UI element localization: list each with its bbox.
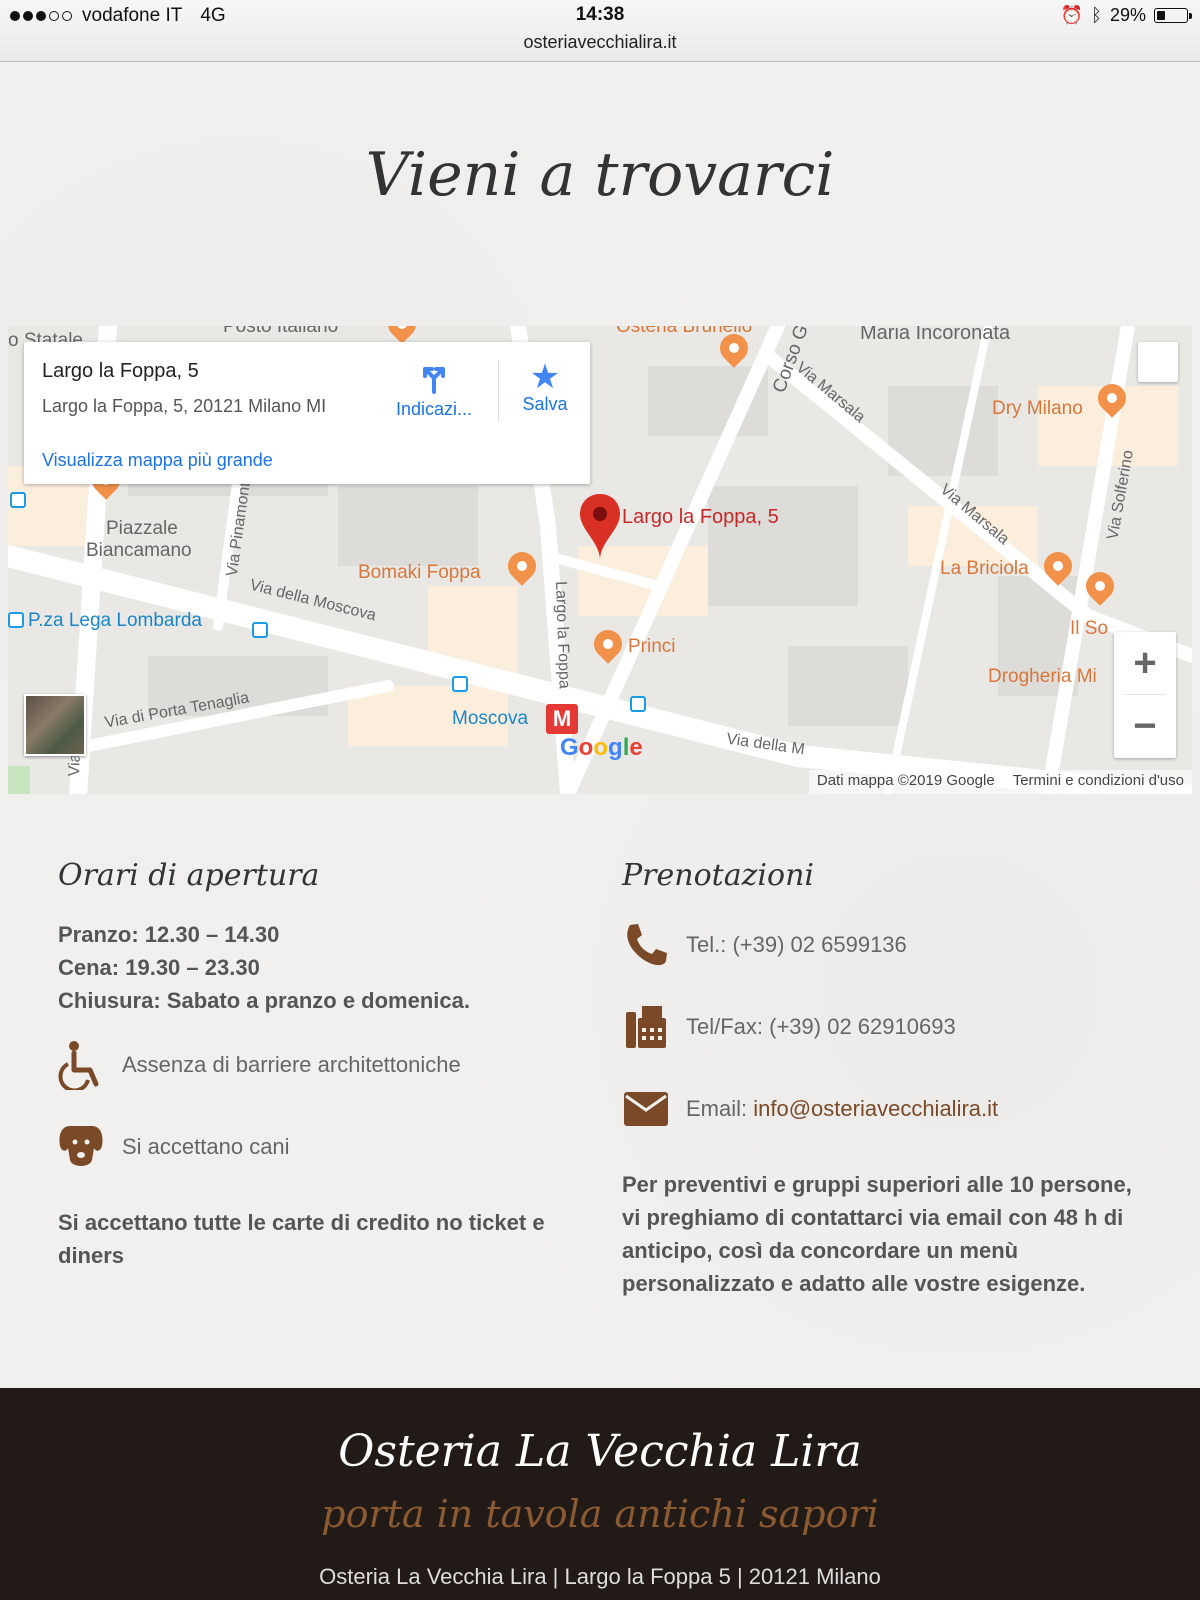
directions-label: Indicazi... [395,399,473,419]
map-label: Princi [628,636,676,657]
place-info-card: Largo la Foppa, 5 Largo la Foppa, 5, 201… [24,342,590,484]
reservations-title: Prenotazioni [622,858,814,893]
footer-address: Osteria La Vecchia Lira | Largo la Foppa… [319,1564,881,1589]
save-label: Salva [522,394,568,414]
address-bar-url[interactable]: osteriavecchialira.it [0,32,1200,53]
embedded-map[interactable]: o Statale Posto Italiano Osteria Brunell… [8,326,1192,794]
phone-number[interactable]: Tel.: (+39) 02 6599136 [686,932,907,958]
larger-map-link[interactable]: Visualizza mappa più grande [42,450,273,471]
divider [498,360,499,422]
bus-stop-icon[interactable] [452,676,468,692]
place-address: Largo la Foppa, 5, 20121 Milano MI [42,396,327,416]
accessibility-feature: Assenza di barriere architettoniche [58,1040,461,1090]
bluetooth-icon: ᛒ [1091,5,1102,25]
directions-button[interactable]: Indicazi... [384,360,484,420]
phone-contact[interactable]: Tel.: (+39) 02 6599136 [622,920,907,970]
closing-days: Chiusura: Sabato a pranzo e domenica. [58,988,470,1013]
dinner-hours: Cena: 19.30 – 23.30 [58,955,260,980]
map-label: Dry Milano [992,398,1083,419]
clock: 14:38 [575,4,625,25]
map-label: Maria Incoronata [860,326,1011,344]
section-title: Vieni a trovarci [365,140,835,210]
dogs-text: Si accettano cani [122,1134,290,1159]
status-right: ⏰ ᛒ 29% [1060,5,1192,26]
map-label: La Briciola [940,558,1029,579]
fullscreen-button[interactable] [1138,342,1178,382]
fax-icon [622,1002,670,1052]
hours-title: Orari di apertura [58,858,320,893]
place-title: Largo la Foppa, 5 [42,360,199,382]
dog-icon [58,1122,104,1172]
phone-icon [622,920,670,970]
map-label: Via [66,753,84,777]
status-bar: vodafone IT 4G 14:38 osteriavecchialira.… [0,0,1200,62]
battery-percent: 29% [1109,5,1146,25]
map-data-credit: Dati mappa ©2019 Google [816,772,995,789]
fax-number[interactable]: Tel/Fax: (+39) 02 62910693 [686,1014,956,1040]
map-label: Il So [1070,618,1109,639]
map-label: Biancamano [86,540,192,561]
footer-tagline: porta in tavola antichi sapori [321,1492,879,1536]
accessibility-text: Assenza di barriere architettoniche [122,1052,461,1077]
site-footer: Osteria La Vecchia Lira porta in tavola … [0,1388,1200,1600]
map-label: Moscova [452,708,529,729]
map-label: Largo la Foppa [551,580,573,690]
email-link[interactable]: info@osteriavecchialira.it [753,1096,998,1121]
google-logo: Google [560,734,643,761]
zoom-control: + − [1114,632,1176,758]
terms-link[interactable]: Termini e condizioni d'uso [1013,772,1184,792]
zoom-in-button[interactable]: + [1114,632,1176,694]
zoom-out-button[interactable]: − [1114,695,1176,757]
wheelchair-icon [58,1040,104,1090]
metro-icon[interactable]: M [546,704,578,734]
email-contact: Email: info@osteriavecchialira.it [622,1084,998,1134]
payment-note: Si accettano tutte le carte di credito n… [58,1210,545,1268]
fax-contact[interactable]: Tel/Fax: (+39) 02 62910693 [622,1002,956,1052]
directions-icon [423,367,445,394]
map-label: Posto Italiano [223,326,339,337]
alarm-icon: ⏰ [1060,5,1084,25]
star-icon: ★ [529,358,561,396]
hours-list: Pranzo: 12.30 – 14.30 Cena: 19.30 – 23.3… [58,918,470,1017]
pin-label: Largo la Foppa, 5 [622,506,779,528]
dogs-feature: Si accettano cani [58,1122,290,1172]
map-label: P.za Lega Lombarda [28,610,202,631]
satellite-toggle-button[interactable] [24,694,86,756]
map-label: Piazzale [106,518,178,539]
map-label: Bomaki Foppa [358,562,481,583]
location-pin-icon[interactable] [580,494,620,560]
envelope-icon [622,1084,670,1134]
map-label: Drogheria Mi [988,666,1097,687]
groups-note: Per preventivi e gruppi superiori alle 1… [622,1172,1132,1296]
bus-stop-icon[interactable] [8,612,24,628]
email-prefix: Email: [686,1096,748,1121]
battery-icon [1154,8,1192,23]
bus-stop-icon[interactable] [630,696,646,712]
footer-title: Osteria La Vecchia Lira [338,1426,862,1477]
lunch-hours: Pranzo: 12.30 – 14.30 [58,922,280,947]
bus-stop-icon[interactable] [252,622,268,638]
save-button[interactable]: ★ Salva [502,360,588,415]
bus-stop-icon[interactable] [10,492,26,508]
map-footer: Dati mappa ©2019 Google Termini e condiz… [808,770,1192,794]
